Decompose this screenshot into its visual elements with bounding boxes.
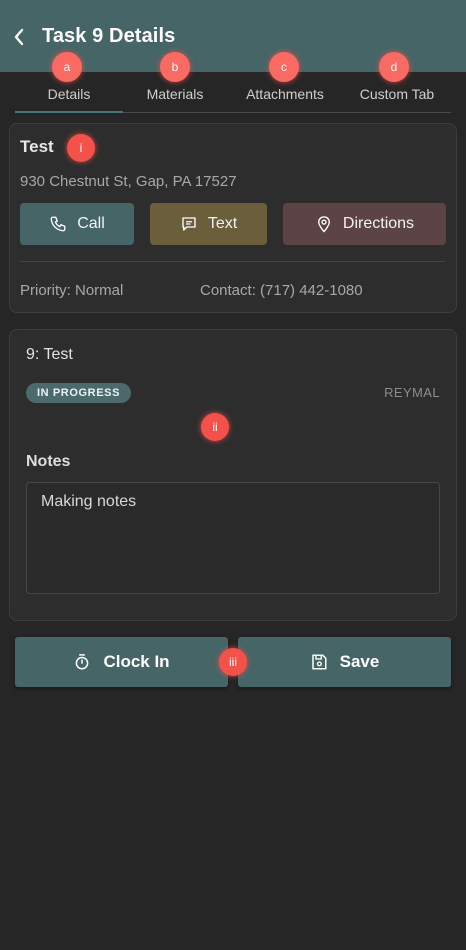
text-button[interactable]: Text [150, 203, 267, 245]
marker-c: c [269, 52, 299, 82]
call-button[interactable]: Call [20, 203, 134, 245]
map-pin-icon [317, 216, 330, 233]
marker-iii: iii [219, 648, 247, 676]
notes-label: Notes [26, 453, 71, 470]
directions-label: Directions [342, 215, 415, 232]
page-title: Task 9 Details [42, 25, 176, 47]
marker-i: i [67, 134, 95, 162]
location-name: Test [20, 137, 54, 156]
tab-label: Custom Tab [359, 86, 435, 102]
save-icon [311, 654, 327, 670]
chevron-left-icon [14, 28, 24, 46]
phone-icon [50, 216, 66, 232]
text-label: Text [207, 215, 238, 232]
notes-field[interactable]: Making notes [26, 482, 440, 594]
assignee-label: REYMAL [384, 385, 440, 400]
status-badge: IN PROGRESS [26, 383, 132, 403]
message-icon [182, 217, 196, 231]
marker-d: d [379, 52, 409, 82]
call-label: Call [77, 215, 105, 232]
marker-b: b [160, 52, 190, 82]
save-label: Save [339, 652, 380, 671]
clock-in-label: Clock In [103, 652, 170, 671]
task-title: 9: Test [26, 346, 73, 363]
tab-label: Details [47, 86, 91, 102]
contact-text[interactable]: Contact: (717) 442-1080 [200, 282, 363, 299]
marker-a: a [52, 52, 82, 82]
marker-ii: ii [201, 413, 229, 441]
directions-button[interactable]: Directions [283, 203, 446, 245]
back-button[interactable] [10, 26, 28, 48]
priority-text: Priority: Normal [20, 282, 124, 299]
tab-label: Attachments [246, 86, 324, 102]
clock-in-button[interactable]: Clock In [15, 637, 228, 687]
divider [20, 261, 445, 262]
save-button[interactable]: Save [238, 637, 451, 687]
tab-label: Materials [146, 86, 204, 102]
location-address: 930 Chestnut St, Gap, PA 17527 [20, 173, 237, 190]
stopwatch-icon [76, 654, 89, 670]
